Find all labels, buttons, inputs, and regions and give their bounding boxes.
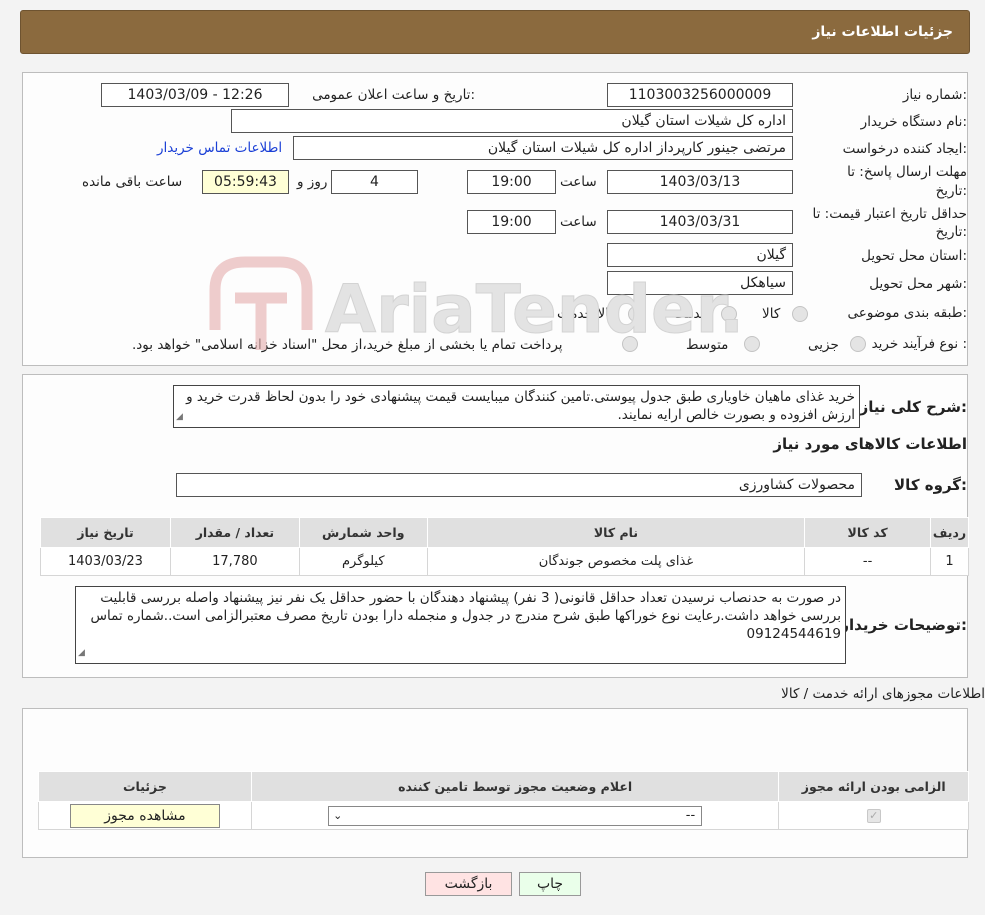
need-number-field: 1103003256000009 (607, 83, 793, 107)
col-quantity: تعداد / مقدار (169, 517, 300, 548)
permit-status-select[interactable]: -- ⌄ (328, 805, 703, 826)
validity-label: حداقل تاریخ اعتبار قیمت: تا (812, 206, 967, 222)
page-header: جزئیات اطلاعات نیاز (20, 10, 970, 54)
validity-time-field: 19:00 (467, 210, 556, 234)
view-permit-button[interactable]: مشاهده مجوز (69, 803, 220, 828)
col-permit-status: اعلام وضعیت مجوز توسط تامین کننده (250, 771, 780, 802)
permits-section-title: اطلاعات مجوزهای ارائه خدمت / کالا (781, 686, 985, 702)
goods-group-field: محصولات کشاورزی (176, 473, 862, 497)
description-textarea[interactable]: خرید غذای ماهیان خاویاری طبق جدول پیوستی… (173, 385, 860, 428)
goods-group-label: گروه کالا: (894, 476, 967, 494)
process-minor-label: جزیی (808, 337, 839, 353)
page-title: جزئیات اطلاعات نیاز (812, 24, 953, 40)
permit-status-value: -- (685, 807, 696, 823)
table-row: ✓ -- ⌄ مشاهده مجوز (38, 801, 969, 830)
resize-grip-icon[interactable]: ◢ (78, 644, 85, 662)
process-medium-label: متوسط (686, 337, 729, 353)
col-name: نام کالا (426, 517, 806, 548)
province-field: گیلان (607, 243, 793, 267)
category-goods-service-label: کالا/خدمت (557, 306, 616, 322)
chevron-down-icon: ⌄ (333, 808, 343, 822)
cell-row: 1 (930, 547, 969, 576)
city-label: شهر محل تحویل: (869, 276, 967, 292)
days-remaining-field: 4 (331, 170, 418, 194)
goods-table-header: ردیف کد کالا نام کالا واحد شمارش تعداد /… (40, 517, 969, 548)
process-radio-minor[interactable] (850, 336, 866, 352)
buyer-notes-text: در صورت به حدنصاب نرسیدن تعداد حداقل قان… (90, 590, 841, 642)
deadline-date-field: 1403/03/13 (607, 170, 793, 194)
category-service-label: خدمت (673, 306, 709, 322)
buyer-notes-label: توضیحات خریدار: (840, 616, 967, 634)
cell-name: غذای پلت مخصوص جوندگان (426, 547, 806, 576)
buyer-org-field: اداره کل شیلات استان گیلان (231, 109, 793, 133)
time-remaining-field: 05:59:43 (202, 170, 289, 194)
deadline-label-2: تاریخ: (935, 183, 967, 199)
cell-permit-details: مشاهده مجوز (38, 801, 252, 830)
goods-section-title: اطلاعات کالاهای مورد نیاز (773, 435, 967, 453)
validity-time-label: ساعت (560, 214, 597, 230)
col-need-date: تاریخ نیاز (40, 517, 171, 548)
category-radio-goods[interactable] (792, 306, 808, 322)
category-radio-service[interactable] (721, 306, 737, 322)
category-goods-label: کالا (762, 306, 781, 322)
cell-permit-required: ✓ (778, 801, 969, 830)
goods-table: ردیف کد کالا نام کالا واحد شمارش تعداد /… (40, 517, 969, 576)
print-button[interactable]: چاپ (519, 872, 581, 896)
deadline-time-field: 19:00 (467, 170, 556, 194)
category-label: طبقه بندی موضوعی: (847, 305, 967, 321)
contact-info-link[interactable]: اطلاعات تماس خریدار (157, 140, 282, 156)
resize-grip-icon[interactable]: ◢ (176, 408, 183, 426)
validity-label-2: تاریخ: (935, 224, 967, 240)
time-remaining-label: ساعت باقی مانده (82, 174, 183, 190)
city-field: سیاهکل (607, 271, 793, 295)
process-label: نوع فرآیند خرید : (871, 336, 967, 352)
announce-field: 1403/03/09 - 12:26 (101, 83, 289, 107)
cell-need-date: 1403/03/23 (40, 547, 171, 576)
need-number-label: شماره نیاز: (902, 87, 967, 103)
category-radio-goods-service[interactable] (628, 306, 644, 322)
back-button[interactable]: بازگشت (425, 872, 512, 896)
col-permit-details: جزئیات (38, 771, 252, 802)
creator-field: مرتضی جینور کارپرداز اداره کل شیلات استا… (293, 136, 793, 160)
validity-date-field: 1403/03/31 (607, 210, 793, 234)
col-row: ردیف (930, 517, 969, 548)
process-radio-treasury[interactable] (622, 336, 638, 352)
cell-quantity: 17,780 (169, 547, 300, 576)
cell-permit-status: -- ⌄ (250, 801, 780, 830)
deadline-label: مهلت ارسال پاسخ: تا (847, 164, 967, 180)
permits-table-header: الزامی بودن ارائه مجوز اعلام وضعیت مجوز … (38, 771, 969, 802)
description-text: خرید غذای ماهیان خاویاری طبق جدول پیوستی… (186, 389, 855, 423)
col-unit: واحد شمارش (298, 517, 428, 548)
buyer-notes-textarea[interactable]: در صورت به حدنصاب نرسیدن تعداد حداقل قان… (75, 586, 846, 664)
process-radio-medium[interactable] (744, 336, 760, 352)
deadline-time-label: ساعت (560, 174, 597, 190)
process-treasury-note: پرداخت تمام یا بخشی از مبلغ خرید،از محل … (132, 337, 563, 353)
province-label: استان محل تحویل: (861, 248, 967, 264)
creator-label: ایجاد کننده درخواست: (842, 141, 967, 157)
col-permit-required: الزامی بودن ارائه مجوز (778, 771, 969, 802)
days-label: روز و (297, 174, 328, 190)
permits-table: الزامی بودن ارائه مجوز اعلام وضعیت مجوز … (38, 771, 969, 830)
buyer-org-label: نام دستگاه خریدار: (860, 114, 967, 130)
col-code: کد کالا (804, 517, 932, 548)
table-row: 1 -- غذای پلت مخصوص جوندگان کیلوگرم 17,7… (40, 547, 969, 576)
cell-unit: کیلوگرم (298, 547, 428, 576)
cell-code: -- (804, 547, 932, 576)
announce-label: تاریخ و ساعت اعلان عمومی: (312, 87, 475, 103)
description-label: شرح کلی نیاز: (859, 398, 967, 416)
permit-required-checkbox[interactable]: ✓ (866, 809, 881, 823)
